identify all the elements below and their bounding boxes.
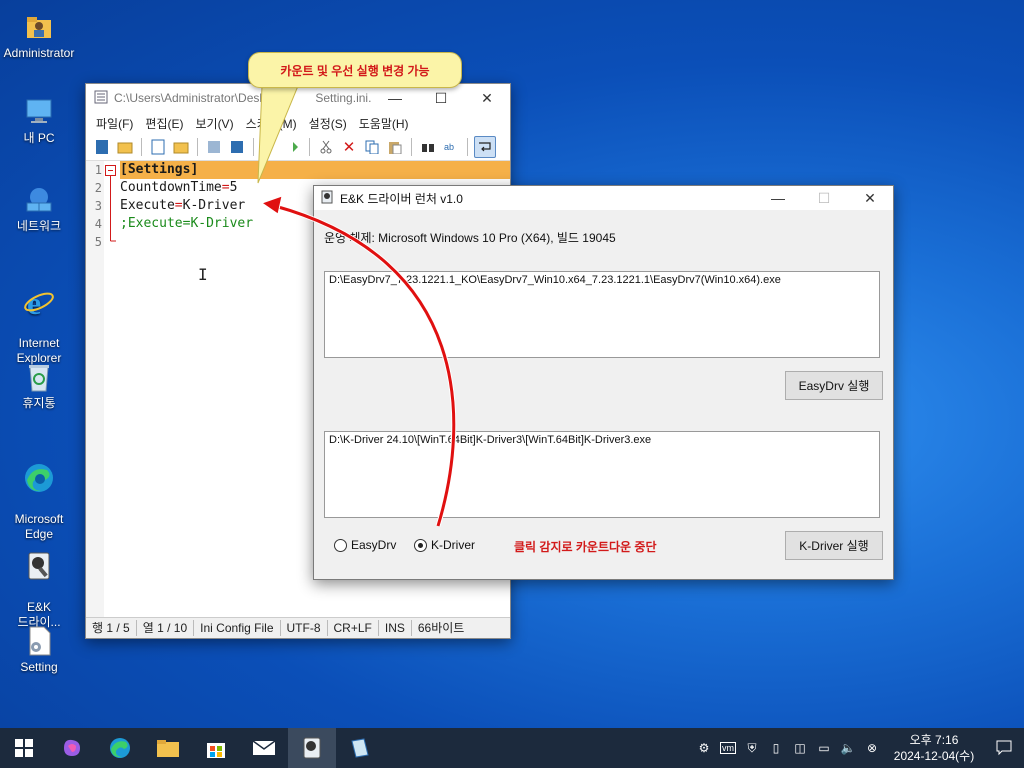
usb-icon[interactable]: ▯ (764, 728, 788, 768)
ek-launcher-icon (303, 737, 321, 759)
notepad-icon (351, 738, 369, 758)
taskbar-explorer[interactable] (144, 728, 192, 768)
network-icon[interactable]: ▭ (812, 728, 836, 768)
store-icon (207, 743, 225, 758)
vm-icon[interactable]: vm (716, 728, 740, 768)
taskbar-copilot[interactable] (48, 728, 96, 768)
volume-icon[interactable]: 🔈 (836, 728, 860, 768)
meet-icon[interactable]: ◫ (788, 728, 812, 768)
tray-app-icon[interactable]: ⚙ (692, 728, 716, 768)
annotation-callout: 카운트 및 우선 실행 변경 가능 (248, 52, 462, 88)
folder-icon (157, 740, 179, 757)
taskbar-mail[interactable] (240, 728, 288, 768)
taskbar-store[interactable] (192, 728, 240, 768)
annotation-arrow (257, 85, 457, 527)
windows-icon (15, 739, 33, 757)
start-button[interactable] (0, 728, 48, 768)
copilot-icon (64, 739, 80, 756)
edge-icon (110, 738, 130, 758)
close-circle-icon[interactable]: ⊗ (860, 728, 884, 768)
clock-time: 오후 7:16 (909, 733, 959, 747)
taskbar-edge[interactable] (96, 728, 144, 768)
mail-icon (252, 740, 276, 755)
system-tray: ⚙ vm ⛨ ▯ ◫ ▭ 🔈 ⊗ 오후 7:16 2024-12-04(수) (692, 728, 1024, 768)
taskbar-ek-launcher[interactable] (288, 728, 336, 768)
taskbar: ⚙ vm ⛨ ▯ ◫ ▭ 🔈 ⊗ 오후 7:16 2024-12-04(수) (0, 728, 1024, 768)
notification-icon[interactable] (984, 728, 1024, 768)
taskbar-notepad[interactable] (336, 728, 384, 768)
clock-date: 2024-12-04(수) (893, 749, 975, 763)
clock[interactable]: 오후 7:16 2024-12-04(수) (884, 732, 984, 764)
shield-icon[interactable]: ⛨ (740, 728, 764, 768)
